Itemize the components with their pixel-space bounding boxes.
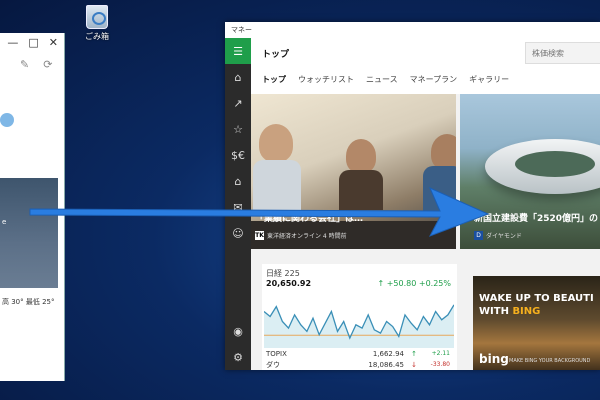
blue-arrow-annotation	[29, 187, 490, 237]
arrow-shape	[29, 187, 490, 237]
